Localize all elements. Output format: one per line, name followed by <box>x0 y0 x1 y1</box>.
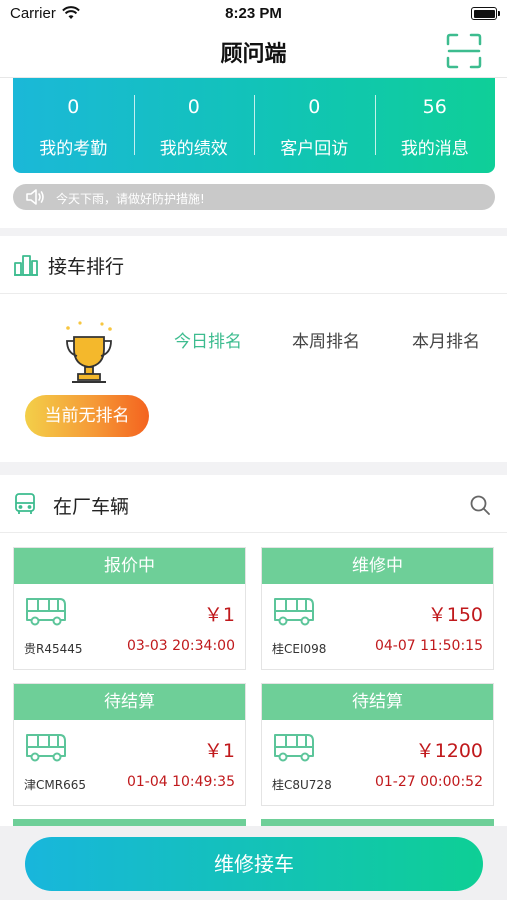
status-bar: Carrier 8:23 PM <box>0 0 507 28</box>
vehicle-card[interactable]: 报价中 ￥1 贵R45445 03-03 20:34:00 <box>13 547 246 670</box>
stat-attendance[interactable]: 0 我的考勤 <box>13 78 134 173</box>
vehicles-title: 在厂车辆 <box>53 496 130 518</box>
battery-icon <box>471 7 500 20</box>
repair-intake-button[interactable]: 维修接车 <box>25 837 483 891</box>
speaker-icon <box>26 189 44 205</box>
vehicle-time: 03-03 20:34:00 <box>126 638 235 654</box>
no-ranking-badge: 当前无排名 <box>25 395 149 437</box>
nav-bar: 顾问端 <box>0 28 507 78</box>
bus-icon <box>274 734 314 762</box>
vehicle-plate: 津CMR665 <box>24 778 86 792</box>
vehicle-status: 待结算 <box>14 684 245 720</box>
vehicles-header: 在厂车辆 <box>0 475 507 533</box>
stat-performance[interactable]: 0 我的绩效 <box>133 78 255 173</box>
vehicle-status: 维修中 <box>262 548 493 584</box>
stat-label: 我的绩效 <box>159 139 228 159</box>
search-icon[interactable] <box>469 494 491 516</box>
vehicle-card[interactable]: 待结算 ￥1200 桂C8U728 01-27 00:00:52 <box>261 683 494 806</box>
scan-icon[interactable] <box>445 32 483 70</box>
vehicle-card[interactable]: 待结算 ￥1 津CMR665 01-04 10:49:35 <box>13 683 246 806</box>
tab-month[interactable]: 本月排名 <box>412 327 480 352</box>
vehicle-plate: 贵R45445 <box>24 642 83 656</box>
summary-section: 0 我的考勤 0 我的绩效 0 客户回访 56 我的消息 今天下雨，请做好防护措… <box>0 78 507 228</box>
stat-value: 0 <box>67 96 80 118</box>
vehicle-time: 01-27 00:00:52 <box>374 774 483 790</box>
ranking-title: 接车排行 <box>48 256 125 278</box>
stat-messages[interactable]: 56 我的消息 <box>374 78 496 173</box>
bus-icon <box>274 598 314 626</box>
bottom-bar: 维修接车 <box>0 826 507 900</box>
trophy-icon <box>66 321 112 383</box>
vehicle-time: 04-07 11:50:15 <box>374 638 483 654</box>
clock: 8:23 PM <box>225 5 282 22</box>
stat-label: 我的考勤 <box>39 139 108 159</box>
tab-week[interactable]: 本周排名 <box>292 327 360 352</box>
vehicle-price: ￥150 <box>427 604 483 626</box>
vehicle-price: ￥1 <box>203 604 235 626</box>
ranking-body: 今日排名 本周排名 本月排名 当前无排名 <box>0 294 507 462</box>
stat-label: 客户回访 <box>280 139 349 159</box>
stat-customer-visits[interactable]: 0 客户回访 <box>254 78 375 173</box>
stats-card: 0 我的考勤 0 我的绩效 0 客户回访 56 我的消息 <box>13 78 495 173</box>
vehicle-plate: 桂C8U728 <box>272 778 332 792</box>
vehicle-card[interactable]: 维修中 ￥150 桂CEI098 04-07 11:50:15 <box>261 547 494 670</box>
notice-text: 今天下雨，请做好防护措施! <box>56 192 205 206</box>
stat-value: 0 <box>187 96 200 118</box>
bus-icon <box>26 734 66 762</box>
notice-bar[interactable]: 今天下雨，请做好防护措施! <box>13 184 495 210</box>
vehicle-price: ￥1 <box>203 740 235 762</box>
vehicle-price: ￥1200 <box>415 740 483 762</box>
stat-value: 0 <box>308 96 321 118</box>
bus-icon <box>15 493 35 514</box>
tab-today[interactable]: 今日排名 <box>174 327 242 352</box>
stat-value: 56 <box>422 96 447 118</box>
bus-icon <box>26 598 66 626</box>
ranking-section: 接车排行 今日排名 本周排名 本月排名 当前无排名 <box>0 236 507 462</box>
vehicle-time: 01-04 10:49:35 <box>126 774 235 790</box>
buildings-icon <box>14 255 38 276</box>
page-title: 顾问端 <box>220 42 287 67</box>
ranking-header: 接车排行 <box>0 236 507 294</box>
vehicle-status: 报价中 <box>14 548 245 584</box>
stat-label: 我的消息 <box>400 139 469 159</box>
vehicle-plate: 桂CEI098 <box>272 642 327 656</box>
vehicle-status: 待结算 <box>262 684 493 720</box>
